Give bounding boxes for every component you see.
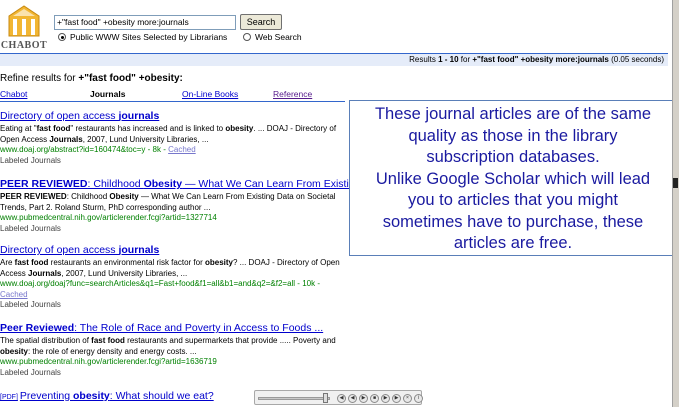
info-icon[interactable]: i: [414, 394, 423, 403]
stop-icon[interactable]: ■: [370, 394, 379, 403]
result-item: Directory of open access journals Eating…: [0, 110, 352, 166]
radio-unselected-icon[interactable]: [243, 33, 251, 41]
cached-link[interactable]: Cached: [168, 145, 196, 154]
peer-reviewed-label: PEER REVIEWED: [0, 178, 88, 190]
title-text: Directory of open access: [0, 110, 119, 122]
radio-label: Web Search: [255, 32, 302, 42]
result-item: Directory of open access journals Are fa…: [0, 244, 352, 311]
cached-line: Cached: [0, 290, 352, 301]
media-seek-handle[interactable]: [323, 393, 328, 403]
search-button[interactable]: Search: [240, 14, 282, 30]
callout-line: Unlike Google Scholar which will lead: [375, 169, 651, 188]
result-url: www.doaj.org/abstract?id=160474&toc=y - …: [0, 145, 352, 156]
refine-query: +"fast food" +obesity:: [78, 73, 183, 84]
radio-label: Public WWW Sites Selected by Librarians: [70, 32, 228, 42]
result-item: Peer Reviewed: The Role of Race and Pove…: [0, 322, 352, 378]
previous-icon[interactable]: ◀: [348, 394, 357, 403]
refine-tab-chabot[interactable]: Chabot: [0, 89, 27, 99]
annotation-callout: These journal articles are of the same q…: [349, 100, 672, 256]
chabot-logo[interactable]: CHABOT: [0, 2, 48, 52]
refine-tab-online-books[interactable]: On-Line Books: [182, 89, 238, 99]
result-title-link[interactable]: Directory of open access journals: [0, 244, 352, 257]
result-title-link[interactable]: Peer Reviewed: The Role of Race and Pove…: [0, 322, 352, 335]
logo-text: CHABOT: [0, 40, 48, 51]
media-seek-track[interactable]: [258, 397, 330, 400]
url-text: www.doaj.org/doaj?func=searchArticles&q1…: [0, 279, 320, 288]
url-text: www.doaj.org/abstract?id=160474&toc=y - …: [0, 145, 166, 154]
callout-line: quality as those in the library: [408, 126, 618, 145]
refine-tabs: Chabot Journals On-Line Books Reference: [0, 89, 345, 101]
refine-tab-reference[interactable]: Reference: [273, 89, 312, 99]
results-prefix: Results: [409, 55, 436, 64]
rewind-icon[interactable]: ◀: [337, 394, 346, 403]
result-url: www.doaj.org/doaj?func=searchArticles&q1…: [0, 279, 350, 290]
callout-line: you to articles that you might: [407, 191, 619, 209]
title-highlight: obesity: [73, 390, 110, 402]
callout-line: subscription databases.: [426, 148, 600, 166]
callout-line: sometimes have to purchase, these: [382, 212, 644, 231]
next-icon[interactable]: ▶: [381, 394, 390, 403]
media-player-toolbar: ◀ ◀ ▶ ■ ▶ ▶ × i: [254, 390, 423, 405]
vertical-scrollbar[interactable]: [672, 0, 679, 407]
refine-label: Refine results for: [0, 73, 76, 84]
result-snippet: Are fast food restaurants an environment…: [0, 258, 340, 278]
result-url: www.pubmedcentral.nih.gov/articlerender.…: [0, 213, 217, 222]
radio-option-web-search[interactable]: Web Search: [243, 32, 302, 42]
result-title-link[interactable]: PEER REVIEWED: Childhood Obesity — What …: [0, 178, 386, 191]
title-text: : Childhood: [87, 178, 144, 190]
title-text: Preventing: [19, 390, 74, 402]
results-for: for: [460, 55, 471, 64]
result-label: Labeled Journals: [0, 155, 61, 165]
result-snippet: The spatial distribution of fast food re…: [0, 336, 336, 356]
results-query: +"fast food" +obesity more:journals: [472, 55, 609, 64]
title-highlight: journals: [118, 110, 160, 122]
result-label: Labeled Journals: [0, 300, 61, 309]
title-highlight: journals: [118, 244, 160, 256]
callout-line: articles are free.: [453, 234, 573, 252]
title-text: Directory of open access: [0, 244, 119, 256]
result-snippet: Eating at "fast food" restaurants has in…: [0, 124, 337, 144]
result-title-link[interactable]: Directory of open access journals: [0, 110, 352, 123]
scrollbar-thumb[interactable]: [673, 178, 678, 188]
results-summary-bar: Results 1 - 10 for +"fast food" +obesity…: [0, 53, 668, 66]
fast-forward-icon[interactable]: ▶: [392, 394, 401, 403]
play-icon[interactable]: ▶: [359, 394, 368, 403]
cached-link[interactable]: Cached: [0, 290, 28, 299]
refine-heading: Refine results for +"fast food" +obesity…: [0, 73, 183, 84]
radio-option-librarian-sites[interactable]: Public WWW Sites Selected by Librarians: [58, 32, 227, 42]
search-results-page: CHABOT +"fast food" +obesity more:journa…: [0, 0, 672, 407]
search-input[interactable]: +"fast food" +obesity more:journals: [54, 15, 236, 30]
tabs-divider: [0, 101, 345, 102]
peer-reviewed-label: Peer Reviewed: [0, 322, 75, 334]
results-range: 1 - 10: [438, 55, 459, 64]
refine-tab-journals[interactable]: Journals: [90, 89, 125, 99]
result-item: PEER REVIEWED: Childhood Obesity — What …: [0, 178, 386, 234]
title-highlight: Obesity: [143, 178, 183, 190]
callout-line: These journal articles are of the same: [374, 105, 652, 123]
title-text: : The Role of Race and Poverty in Access…: [74, 322, 324, 334]
result-label: Labeled Journals: [0, 223, 61, 233]
result-label: Labeled Journals: [0, 367, 61, 377]
close-icon[interactable]: ×: [403, 394, 412, 403]
radio-selected-icon[interactable]: [58, 33, 66, 41]
title-text: : What should we eat?: [109, 390, 214, 402]
results-time: (0.05 seconds): [611, 55, 664, 64]
result-url: www.pubmedcentral.nih.gov/articlerender.…: [0, 357, 217, 366]
pdf-tag: [PDF]: [0, 394, 18, 401]
chabot-building-icon: [5, 2, 43, 40]
result-snippet: PEER REVIEWED: Childhood Obesity — What …: [0, 192, 336, 212]
